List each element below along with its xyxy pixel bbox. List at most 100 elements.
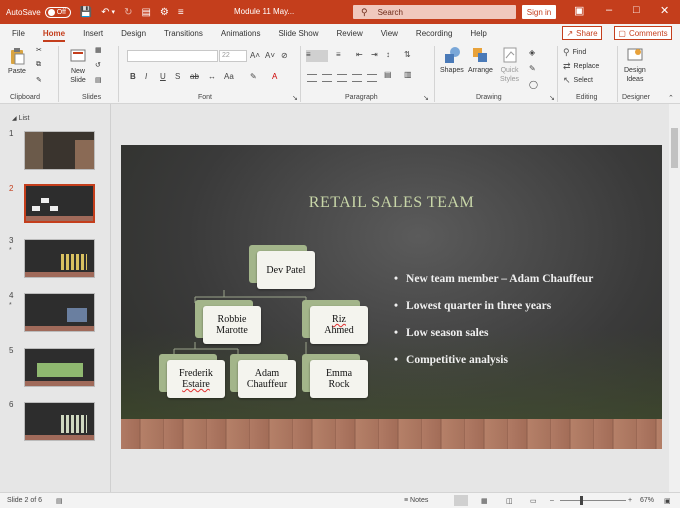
close-icon[interactable]: ✕ bbox=[660, 4, 669, 17]
tab-recording[interactable]: Recording bbox=[416, 29, 452, 38]
paragraph-dialog-launcher-icon[interactable]: ↘ bbox=[423, 94, 429, 102]
tab-view[interactable]: View bbox=[381, 29, 398, 38]
format-painter-icon[interactable]: ✎ bbox=[36, 76, 42, 84]
arrange-button[interactable]: Arrange bbox=[468, 46, 493, 75]
slide-thumbnail-1[interactable] bbox=[24, 131, 95, 170]
align-right-icon[interactable] bbox=[337, 74, 347, 82]
shrink-font-icon[interactable]: A˅ bbox=[265, 51, 275, 60]
autosave-toggle[interactable]: Off bbox=[44, 6, 71, 18]
replace-button[interactable]: ⇄ Replace bbox=[563, 61, 599, 72]
align-text-icon[interactable]: ▤ bbox=[384, 70, 392, 79]
vertical-scrollbar[interactable] bbox=[669, 104, 680, 492]
tab-review[interactable]: Review bbox=[336, 29, 362, 38]
list-header[interactable]: ◢ List bbox=[12, 115, 29, 122]
reset-icon[interactable]: ↺ bbox=[95, 61, 101, 69]
layout-icon[interactable]: ▦ bbox=[95, 46, 102, 54]
zoom-level[interactable]: 67% bbox=[640, 497, 654, 504]
clear-formatting-icon[interactable]: ⊘ bbox=[281, 51, 288, 60]
org-node-dev-patel[interactable]: Dev Patel bbox=[249, 245, 315, 289]
org-node-adam-chauffeur[interactable]: Adam Chauffeur bbox=[230, 354, 296, 398]
tab-animations[interactable]: Animations bbox=[221, 29, 261, 38]
slide-thumbnail-2[interactable] bbox=[24, 184, 95, 223]
new-slide-button[interactable]: New Slide bbox=[69, 47, 87, 85]
shape-outline-icon[interactable]: ✎ bbox=[529, 64, 536, 73]
paste-button[interactable]: Paste bbox=[8, 47, 26, 76]
font-color-icon[interactable]: A bbox=[272, 72, 277, 81]
zoom-slider-thumb[interactable] bbox=[580, 496, 583, 505]
bold-button[interactable]: B bbox=[130, 72, 136, 81]
bullet-list[interactable]: New team member – Adam Chauffeur Lowest … bbox=[394, 273, 593, 381]
strikethrough-icon[interactable]: ab bbox=[190, 72, 199, 81]
undo-dropdown-icon[interactable]: ▾ bbox=[112, 8, 116, 16]
slide-thumbnail-6[interactable] bbox=[24, 402, 95, 441]
quick-styles-button[interactable]: Quick Styles bbox=[500, 46, 519, 84]
slide-thumbnail-3[interactable] bbox=[24, 239, 95, 278]
tab-design[interactable]: Design bbox=[121, 29, 146, 38]
org-node-riz-ahmed[interactable]: Riz Ahmed bbox=[302, 300, 368, 344]
sign-in-button[interactable]: Sign in bbox=[522, 5, 556, 19]
alignment-buttons[interactable] bbox=[307, 74, 377, 82]
change-case-icon[interactable]: Aa bbox=[224, 72, 234, 81]
bullets-icon[interactable]: ≡ bbox=[306, 50, 328, 62]
org-node-robbie-marotte[interactable]: Robbie Marotte bbox=[195, 300, 261, 344]
select-button[interactable]: ↖ Select bbox=[563, 75, 593, 86]
copy-icon[interactable]: ⧉ bbox=[36, 61, 41, 69]
find-button[interactable]: ⚲ Find bbox=[563, 47, 586, 58]
save-icon[interactable]: 💾 bbox=[80, 7, 92, 18]
slide-sorter-icon[interactable]: ▦ bbox=[481, 497, 488, 505]
font-size-input[interactable]: 22 bbox=[219, 50, 247, 62]
decrease-indent-icon[interactable]: ⇤ bbox=[356, 50, 363, 59]
smartart-icon[interactable]: ▥ bbox=[404, 70, 412, 79]
shape-fill-icon[interactable]: ◈ bbox=[529, 48, 535, 57]
scrollbar-thumb[interactable] bbox=[671, 128, 678, 168]
slide-canvas[interactable]: RETAIL SALES TEAM Dev Patel Robbie Marott… bbox=[121, 145, 662, 449]
tab-file[interactable]: File bbox=[12, 29, 25, 38]
pin-icon[interactable]: ⚙ bbox=[160, 7, 169, 18]
shapes-button[interactable]: Shapes bbox=[440, 46, 464, 75]
italic-button[interactable]: I bbox=[145, 72, 147, 81]
cut-icon[interactable]: ✂ bbox=[36, 46, 42, 54]
redo-icon[interactable]: ↻ bbox=[124, 7, 132, 18]
customize-toolbar-icon[interactable]: ≡ bbox=[178, 7, 184, 18]
tab-slide-show[interactable]: Slide Show bbox=[278, 29, 318, 38]
font-dialog-launcher-icon[interactable]: ↘ bbox=[292, 94, 298, 102]
align-left-icon[interactable] bbox=[307, 74, 317, 82]
shadow-button[interactable]: S bbox=[175, 72, 180, 81]
highlight-icon[interactable]: ✎ bbox=[250, 72, 257, 81]
drawing-dialog-launcher-icon[interactable]: ↘ bbox=[549, 94, 555, 102]
font-name-input[interactable] bbox=[127, 50, 218, 62]
slide-thumbnail-4[interactable] bbox=[24, 293, 95, 332]
share-button[interactable]: ↗ Share bbox=[562, 26, 602, 40]
search-box[interactable]: ⚲ Search bbox=[353, 5, 516, 19]
grow-font-icon[interactable]: A˄ bbox=[250, 51, 260, 60]
text-direction-icon[interactable]: ⇅ bbox=[404, 50, 411, 59]
line-spacing-icon[interactable]: ↕ bbox=[386, 50, 390, 59]
collapse-ribbon-icon[interactable]: ⌃ bbox=[668, 94, 674, 102]
reading-view-icon[interactable]: ◫ bbox=[506, 497, 513, 505]
tab-insert[interactable]: Insert bbox=[83, 29, 103, 38]
zoom-out-button[interactable]: – bbox=[550, 497, 554, 504]
maximize-icon[interactable]: □ bbox=[633, 4, 640, 16]
design-ideas-button[interactable]: Design Ideas bbox=[624, 46, 646, 84]
comments-button[interactable]: ▢ Comments bbox=[614, 26, 672, 40]
tab-help[interactable]: Help bbox=[470, 29, 486, 38]
notes-button[interactable]: ≡ Notes bbox=[404, 497, 428, 504]
org-node-emma-rock[interactable]: Emma Rock bbox=[302, 354, 368, 398]
slideshow-icon[interactable]: ▭ bbox=[530, 497, 537, 505]
fit-to-window-icon[interactable]: ▣ bbox=[664, 497, 671, 505]
character-spacing-icon[interactable]: ↔ bbox=[208, 72, 216, 81]
zoom-in-button[interactable]: + bbox=[628, 497, 632, 504]
align-center-icon[interactable] bbox=[322, 74, 332, 82]
tab-transitions[interactable]: Transitions bbox=[164, 29, 203, 38]
org-node-frederik-estaire[interactable]: Frederik Estaire bbox=[159, 354, 225, 398]
minimize-icon[interactable]: – bbox=[606, 4, 612, 16]
present-from-start-icon[interactable]: ▤ bbox=[141, 7, 150, 18]
shape-effects-icon[interactable]: ◯ bbox=[529, 80, 538, 89]
spelling-icon[interactable]: ▤ bbox=[56, 497, 63, 505]
undo-icon[interactable]: ↶ bbox=[101, 7, 109, 18]
zoom-slider[interactable] bbox=[560, 500, 626, 501]
slide-thumbnail-5[interactable] bbox=[24, 348, 95, 387]
section-icon[interactable]: ▤ bbox=[95, 76, 102, 84]
underline-button[interactable]: U bbox=[160, 72, 166, 81]
columns-icon[interactable] bbox=[367, 74, 377, 82]
